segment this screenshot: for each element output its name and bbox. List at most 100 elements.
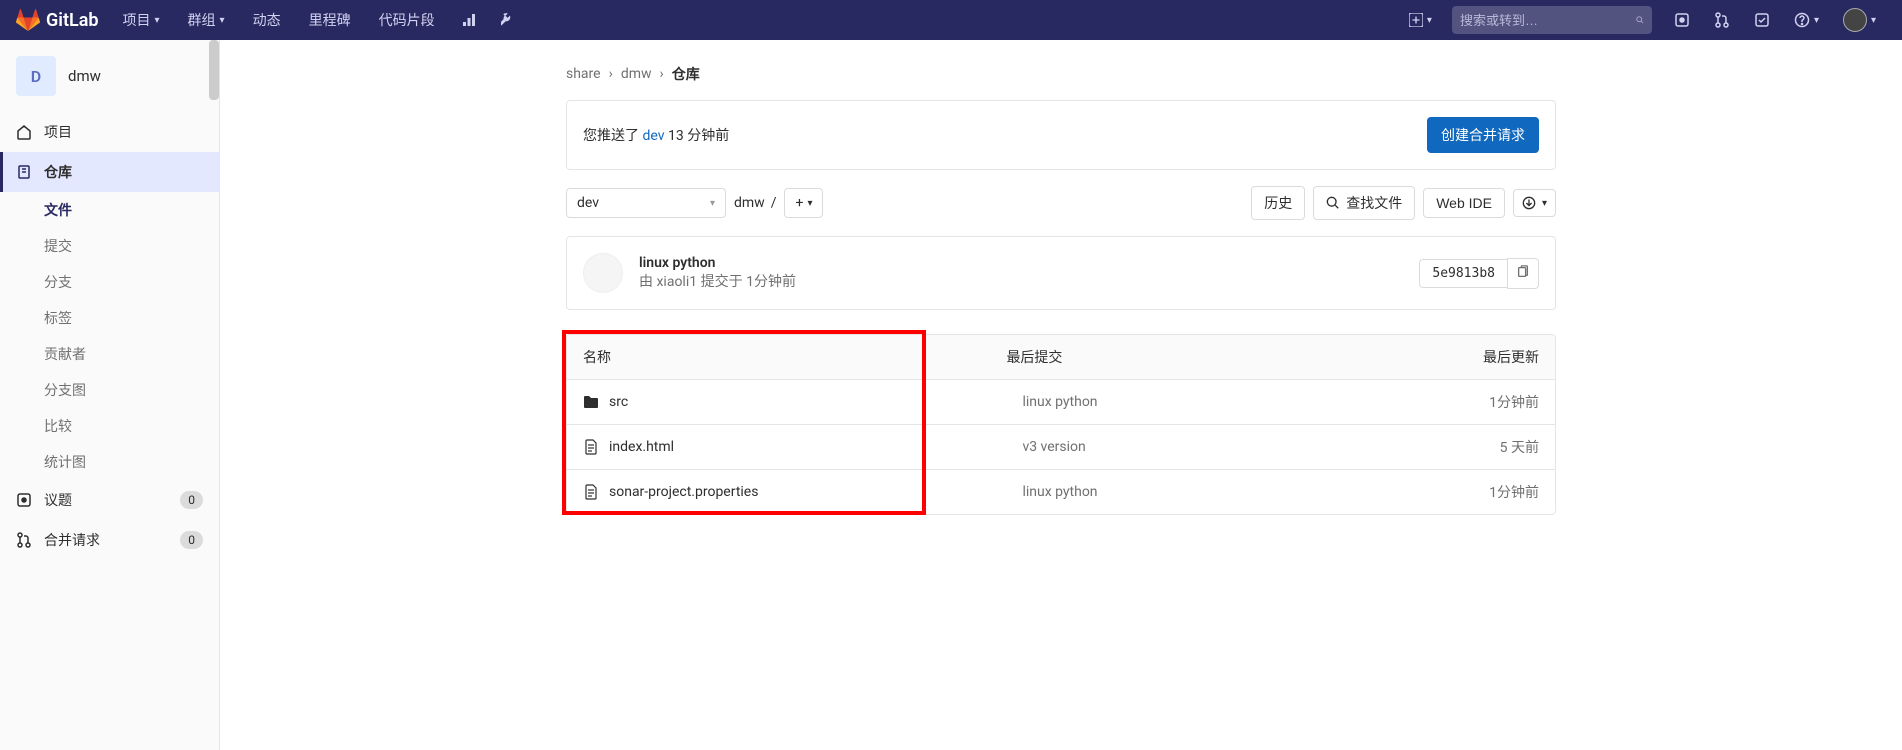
home-icon [16, 124, 32, 140]
gitlab-icon [16, 8, 40, 32]
sidebar-label: 合并请求 [44, 530, 100, 550]
create-merge-request-button[interactable]: 创建合并请求 [1427, 117, 1539, 153]
file-last-updated: 1分钟前 [1347, 380, 1555, 425]
global-search[interactable] [1452, 6, 1652, 34]
nav-admin-wrench-icon[interactable] [491, 0, 527, 40]
nav-analytics-icon[interactable] [451, 0, 487, 40]
file-tree-table: 名称 最后提交 最后更新 srclinux python1分钟前index.ht… [566, 334, 1556, 515]
commit-title[interactable]: linux python [639, 255, 1403, 271]
file-row[interactable]: src linux python1分钟前 [567, 380, 1555, 425]
sidebar-project-header[interactable]: D dmw [0, 40, 219, 112]
gitlab-logo[interactable]: GitLab [16, 8, 99, 32]
sidebar-item-project[interactable]: 项目 [0, 112, 219, 152]
sidebar-scrollbar[interactable] [209, 40, 219, 100]
sidebar-sub-graph[interactable]: 分支图 [0, 372, 219, 408]
user-menu[interactable]: ▾ [1833, 8, 1886, 32]
repository-icon [16, 164, 32, 180]
search-icon [1636, 13, 1644, 27]
nav-activity[interactable]: 动态 [241, 0, 293, 40]
issues-count-badge: 0 [180, 491, 203, 509]
file-icon [583, 439, 599, 455]
file-name-text: sonar-project.properties [609, 484, 758, 500]
merge-requests-sidebar-icon [16, 532, 32, 548]
chevron-right-icon: › [609, 66, 613, 82]
sidebar-item-issues[interactable]: 议题 0 [0, 480, 219, 520]
breadcrumb-group[interactable]: share [566, 66, 601, 82]
push-notification-banner: 您推送了 dev 13 分钟前 创建合并请求 [566, 100, 1556, 170]
commit-meta: 由 xiaoli1 提交于 1分钟前 [639, 271, 1403, 291]
issues-sidebar-icon [16, 492, 32, 508]
main-content: share › dmw › 仓库 您推送了 dev 13 分钟前 创建合并请求 … [220, 40, 1902, 750]
column-header-name: 名称 [567, 335, 942, 380]
column-header-last-update: 最后更新 [1347, 335, 1555, 380]
sidebar-sub-branches[interactable]: 分支 [0, 264, 219, 300]
last-commit-box: linux python 由 xiaoli1 提交于 1分钟前 5e9813b8 [566, 236, 1556, 310]
breadcrumb-project[interactable]: dmw [621, 66, 652, 82]
history-button[interactable]: 历史 [1251, 186, 1305, 220]
file-last-commit[interactable]: v3 version [942, 425, 1347, 470]
project-avatar: D [16, 56, 56, 96]
mr-count-badge: 0 [180, 531, 203, 549]
file-name-text: src [609, 394, 628, 410]
help-dropdown[interactable]: ▾ [1784, 12, 1829, 28]
file-last-updated: 1分钟前 [1347, 470, 1555, 514]
user-avatar [1843, 8, 1867, 32]
sidebar-sub-contributors[interactable]: 贡献者 [0, 336, 219, 372]
branch-link[interactable]: dev [642, 128, 664, 144]
issues-icon[interactable] [1664, 12, 1700, 28]
file-last-commit[interactable]: linux python [942, 470, 1347, 514]
sidebar-label: 仓库 [44, 162, 72, 182]
brand-text: GitLab [46, 10, 99, 31]
commit-author-avatar [583, 253, 623, 293]
chevron-down-icon: ▾ [1542, 198, 1547, 209]
todos-icon[interactable] [1744, 12, 1780, 28]
sidebar-label: 议题 [44, 490, 72, 510]
nav-milestones[interactable]: 里程碑 [297, 0, 363, 40]
add-to-tree-button[interactable]: + ▾ [784, 188, 823, 218]
plus-square-icon [1409, 13, 1423, 27]
file-name-text: index.html [609, 439, 674, 455]
file-icon [583, 484, 599, 500]
project-name: dmw [68, 67, 101, 85]
sidebar-item-repository[interactable]: 仓库 [0, 152, 219, 192]
file-last-updated: 5 天前 [1347, 425, 1555, 470]
file-row[interactable]: sonar-project.properties linux python1分钟前 [567, 470, 1555, 514]
new-dropdown[interactable]: ▾ [1401, 9, 1440, 31]
selected-branch: dev [577, 195, 599, 211]
chevron-right-icon: › [660, 66, 664, 82]
download-button[interactable]: ▾ [1513, 189, 1556, 217]
breadcrumb-section: 仓库 [672, 64, 700, 84]
web-ide-button[interactable]: Web IDE [1423, 188, 1505, 218]
copy-sha-button[interactable] [1507, 258, 1539, 289]
branch-selector[interactable]: dev ▾ [566, 188, 726, 218]
file-last-commit[interactable]: linux python [942, 380, 1347, 425]
project-sidebar: D dmw 项目 仓库 文件 提交 分支 标签 贡献者 分支图 比较 统计图 [0, 40, 220, 750]
nav-projects[interactable]: 项目▾ [111, 0, 172, 40]
find-file-button[interactable]: 查找文件 [1313, 186, 1415, 220]
commit-sha: 5e9813b8 [1419, 259, 1507, 288]
merge-requests-icon[interactable] [1704, 12, 1740, 28]
column-header-last-commit: 最后提交 [942, 335, 1347, 380]
chevron-down-icon: ▾ [710, 198, 715, 209]
download-icon [1522, 196, 1536, 210]
path-root[interactable]: dmw [734, 195, 765, 211]
sidebar-sub-files[interactable]: 文件 [0, 192, 219, 228]
commit-author[interactable]: xiaoli1 [656, 274, 697, 290]
nav-snippets[interactable]: 代码片段 [367, 0, 447, 40]
repository-controls: dev ▾ dmw / + ▾ 历史 查找文件 Web IDE ▾ [566, 186, 1556, 220]
push-message: 您推送了 dev 13 分钟前 [583, 125, 729, 145]
sidebar-sub-tags[interactable]: 标签 [0, 300, 219, 336]
sidebar-sub-commits[interactable]: 提交 [0, 228, 219, 264]
file-row[interactable]: index.html v3 version5 天前 [567, 425, 1555, 470]
sidebar-sub-charts[interactable]: 统计图 [0, 444, 219, 480]
sidebar-item-merge-requests[interactable]: 合并请求 0 [0, 520, 219, 560]
top-navbar: GitLab 项目▾ 群组▾ 动态 里程碑 代码片段 ▾ ▾ ▾ [0, 0, 1902, 40]
search-input[interactable] [1460, 13, 1636, 28]
plus-icon: + [795, 195, 803, 211]
nav-groups[interactable]: 群组▾ [176, 0, 237, 40]
sidebar-sub-compare[interactable]: 比较 [0, 408, 219, 444]
path-breadcrumb: dmw / [734, 195, 776, 211]
sidebar-label: 项目 [44, 122, 72, 142]
search-icon [1326, 196, 1340, 210]
breadcrumb: share › dmw › 仓库 [566, 56, 1556, 100]
